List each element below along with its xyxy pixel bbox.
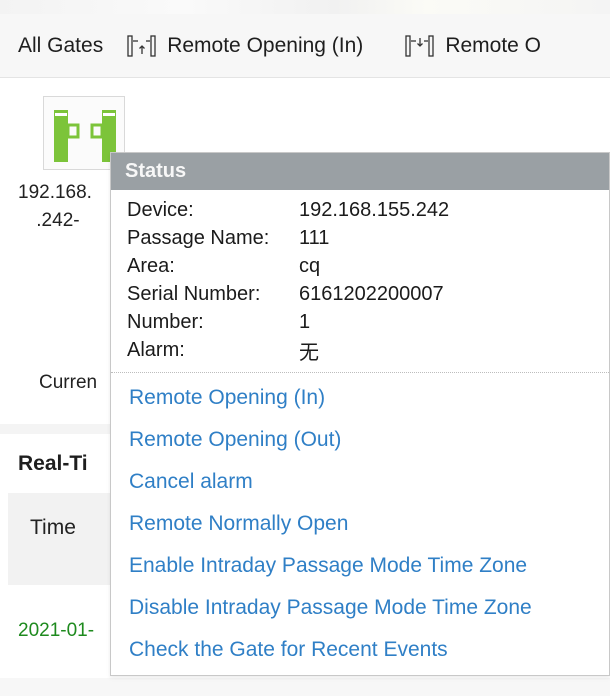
status-key: Number: [127,310,204,333]
bottom-strip [0,678,610,696]
remote-opening-out-label: Remote O [445,33,542,57]
menu-remote-opening-in[interactable]: Remote Opening (In) [111,377,609,419]
event-row-date: 2021-01- [18,620,95,641]
status-fields: Device: 192.168.155.242 Passage Name: 11… [111,190,609,364]
gate-label-line1: 192.168. [18,182,92,203]
column-header-time[interactable]: Time [30,516,76,540]
all-gates-label: All Gates [18,33,104,57]
status-key: Alarm: [127,338,185,361]
status-row-area: Area: cq [127,252,609,280]
popup-title: Status [111,153,609,190]
status-row-device: Device: 192.168.155.242 [127,196,609,224]
menu-remote-normally-open[interactable]: Remote Normally Open [111,503,609,545]
status-key: Serial Number: [127,282,261,305]
turnstile-in-icon [127,34,156,57]
status-value: cq [299,254,321,277]
remote-opening-in-label: Remote Opening (In) [167,33,364,57]
status-value: 6161202200007 [299,282,444,305]
realtime-events-title: Real-Ti [18,452,88,475]
remote-opening-out-button[interactable]: Remote O [403,33,541,59]
watermark-strip [0,0,610,14]
menu-check-recent-events[interactable]: Check the Gate for Recent Events [111,629,609,671]
gate-label-line2: .242- [36,210,80,231]
status-value: 无 [299,341,319,364]
status-value: 192.168.155.242 [299,198,450,221]
status-key: Device: [127,198,194,221]
status-row-passage-name: Passage Name: 111 [127,224,609,252]
remote-opening-in-button[interactable]: Remote Opening (In) [125,33,363,59]
status-row-number: Number: 1 [127,308,609,336]
gate-action-menu: Remote Opening (In) Remote Opening (Out)… [111,373,609,671]
menu-cancel-alarm[interactable]: Cancel alarm [111,461,609,503]
status-value: 1 [299,310,311,333]
menu-remote-opening-out[interactable]: Remote Opening (Out) [111,419,609,461]
all-gates-button[interactable]: All Gates [18,34,103,58]
status-row-serial-number: Serial Number: 6161202200007 [127,280,609,308]
menu-disable-passage-mode[interactable]: Disable Intraday Passage Mode Time Zone [111,587,609,629]
status-key: Area: [127,254,175,277]
current-status-label: Curren [39,372,98,393]
turnstile-out-icon [405,34,434,57]
status-value: 111 [299,226,330,249]
status-key: Passage Name: [127,226,270,249]
gate-toolbar: All Gates Remote Opening (In) Remote O [0,14,610,78]
gate-status-popup: Status Device: 192.168.155.242 Passage N… [110,152,610,676]
menu-enable-passage-mode[interactable]: Enable Intraday Passage Mode Time Zone [111,545,609,587]
status-row-alarm: Alarm: 无 [127,336,609,364]
